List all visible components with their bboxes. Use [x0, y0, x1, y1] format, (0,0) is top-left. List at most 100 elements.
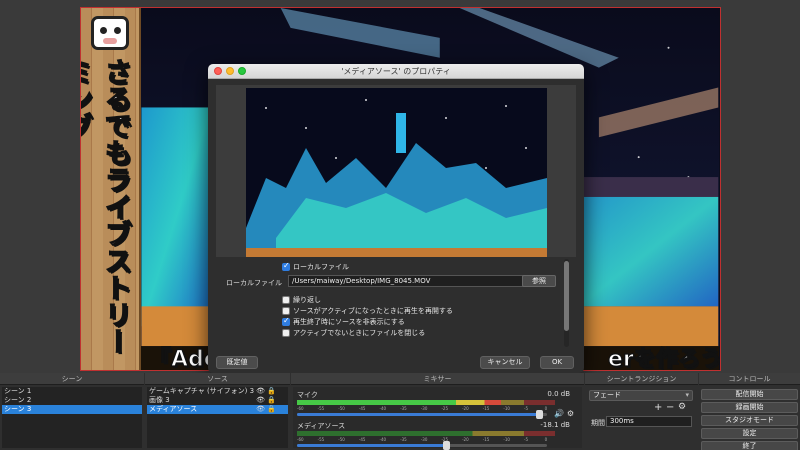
exit-button[interactable]: 終了 [701, 441, 798, 450]
restart-on-activate-option[interactable]: ソースがアクティブになったときに再生を再開する [282, 306, 453, 316]
visibility-lock-icons[interactable]: 👁 🔒 [256, 387, 276, 396]
meter-tick-label: -50 [338, 437, 345, 442]
source-item[interactable]: ゲームキャプチャ (サイフォン) 3 👁 🔒 [147, 387, 288, 396]
gear-icon[interactable]: ⚙ [678, 402, 686, 412]
duration-label: 期間 [591, 419, 605, 427]
settings-button[interactable]: 設定 [701, 428, 798, 439]
volume-meter [297, 431, 555, 436]
sources-list: ゲームキャプチャ (サイフォン) 3 👁 🔒 画像 3 👁 🔒 メディアソース … [147, 387, 288, 448]
meter-tick-label: -20 [462, 437, 469, 442]
media-preview-image [246, 88, 547, 278]
controls-panel: コントロール 配信開始 録画開始 スタジオモード 設定 終了 [699, 373, 800, 450]
defaults-button[interactable]: 既定値 [216, 356, 258, 369]
close-when-inactive-checkbox[interactable] [282, 329, 290, 337]
meter-tick-label: -35 [400, 437, 407, 442]
meter-tick-label: -40 [379, 406, 387, 411]
meter-tick-label: -10 [503, 406, 510, 411]
meter-tick-label: -60 [297, 406, 304, 411]
properties-scrollbar[interactable] [564, 259, 569, 347]
visibility-lock-icons[interactable]: 👁 🔒 [256, 405, 276, 414]
file-path-input[interactable]: /Users/maiway/Desktop/IMG_8045.MOV [288, 275, 528, 287]
gear-icon[interactable]: ⚙ [567, 409, 574, 418]
scrollbar-thumb[interactable] [564, 261, 569, 331]
meter-tick-label: -25 [441, 406, 449, 411]
remove-icon[interactable]: − [666, 402, 674, 413]
meter-tick-label: -55 [317, 406, 325, 411]
sources-header: ソース [145, 373, 290, 385]
track-name: メディアソース [297, 422, 346, 430]
dialog-title: 'メディアソース' のプロパティ [341, 67, 451, 76]
fader-knob[interactable] [535, 410, 543, 419]
visibility-lock-icons[interactable]: 👁 🔒 [256, 396, 276, 405]
restart-on-activate-label: ソースがアクティブになったときに再生を再開する [293, 307, 453, 315]
track-db: -18.1 dB [540, 421, 570, 429]
duration-input[interactable]: 300ms [606, 416, 692, 427]
meter-tick-label: -15 [482, 406, 490, 411]
mixer-header: ミキサー [291, 373, 584, 385]
meter-tick-label: -15 [482, 437, 490, 442]
meter-tick-label: -35 [400, 406, 407, 411]
transition-select[interactable]: フェード [589, 390, 693, 401]
start-streaming-button[interactable]: 配信開始 [701, 389, 798, 400]
studio-mode-button[interactable]: スタジオモード [701, 415, 798, 426]
source-item-selected[interactable]: メディアソース 👁 🔒 [147, 405, 288, 414]
mixer-body: マイク 0.0 dB -60 -55 -50 -45 -40 -35 -30 -25 -20 -1… [293, 387, 582, 450]
add-icon[interactable]: + [654, 402, 662, 413]
meter-tick-label: -5 [524, 406, 529, 411]
properties-form: ローカルファイル ローカルファイル /Users/maiway/Desktop/… [216, 257, 576, 349]
meter-tick-label: -30 [420, 437, 428, 442]
source-item[interactable]: 画像 3 👁 🔒 [147, 396, 288, 405]
scenes-header: シーン [0, 373, 144, 385]
start-recording-button[interactable]: 録画開始 [701, 402, 798, 413]
meter-tick-label: 0 [544, 437, 548, 442]
source-item-label: 画像 3 [149, 396, 170, 404]
scene-item-selected[interactable]: シーン 3 [2, 405, 142, 414]
source-item-label: ゲームキャプチャ (サイフォン) 3 [149, 387, 255, 395]
path-label: ローカルファイル [226, 279, 282, 287]
transitions-panel: シーントランジション フェード + − ⚙ 期間 300ms [585, 373, 698, 450]
source-item-label: メディアソース [149, 405, 198, 413]
local-file-option[interactable]: ローカルファイル [282, 261, 349, 272]
meter-tick-label: -60 [297, 437, 304, 442]
close-when-inactive-option[interactable]: アクティブでないときにファイルを閉じる [282, 328, 425, 338]
volume-meter [297, 400, 555, 405]
controls-header: コントロール [699, 373, 800, 385]
obs-window: さるでもライブストリーミング 『Ado erを作ろう! 'メディアソース' のプ… [0, 0, 800, 450]
bottom-dock: シーン シーン 1 シーン 2 シーン 3 ソース ゲームキャプチャ (サイフォ… [0, 373, 800, 450]
track-db: 0.0 dB [547, 390, 570, 398]
scene-item[interactable]: シーン 1 [2, 387, 142, 396]
monkey-mascot-icon [91, 16, 129, 50]
loop-label: 繰り返し [293, 296, 321, 304]
close-when-inactive-label: アクティブでないときにファイルを閉じる [293, 329, 426, 337]
title-banner: さるでもライブストリーミング [81, 8, 141, 370]
fader-fill [297, 444, 447, 447]
meter-tick-label: -10 [503, 437, 510, 442]
volume-fader[interactable] [297, 441, 547, 450]
fader-knob[interactable] [443, 441, 450, 450]
track-name: マイク [297, 391, 318, 399]
ok-button[interactable]: OK [540, 356, 574, 369]
hide-on-end-checkbox[interactable] [282, 316, 290, 326]
speaker-icon[interactable]: 🔊 [554, 409, 564, 418]
hide-on-end-option[interactable]: 再生終了時にソースを非表示にする [282, 316, 405, 327]
meter-tick-label: -50 [338, 406, 345, 411]
overlay-caption-right: erを作ろう! [607, 346, 721, 371]
meter-ticks: -60 -55 -50 -45 -40 -35 -30 -25 -20 -15 -10 -5 0 [297, 437, 555, 443]
dialog-titlebar[interactable]: 'メディアソース' のプロパティ [208, 64, 584, 79]
loop-option[interactable]: 繰り返し [282, 295, 321, 305]
transitions-header: シーントランジション [585, 373, 698, 385]
volume-fader[interactable] [297, 410, 547, 419]
meter-ticks: -60 -55 -50 -45 -40 -35 -30 -25 -20 -15 -10 -5 0 [297, 406, 555, 412]
sources-panel: ソース ゲームキャプチャ (サイフォン) 3 👁 🔒 画像 3 👁 🔒 メディア… [145, 373, 290, 450]
meter-tick-label: -30 [420, 406, 428, 411]
scene-item[interactable]: シーン 2 [2, 396, 142, 405]
media-source-properties-dialog: 'メディアソース' のプロパティ ✓ ローカルファイル ローカルファイル /Us… [208, 64, 584, 373]
local-file-label: ローカルファイル [293, 263, 349, 271]
cancel-button[interactable]: キャンセル [480, 356, 530, 369]
banner-title: さるでもライブストリーミング [81, 57, 132, 356]
local-file-checkbox[interactable] [282, 261, 290, 271]
loop-checkbox[interactable] [282, 296, 290, 304]
restart-on-activate-checkbox[interactable] [282, 307, 290, 315]
browse-button[interactable]: 参照 [522, 275, 556, 287]
meter-tick-label: -45 [358, 437, 366, 442]
